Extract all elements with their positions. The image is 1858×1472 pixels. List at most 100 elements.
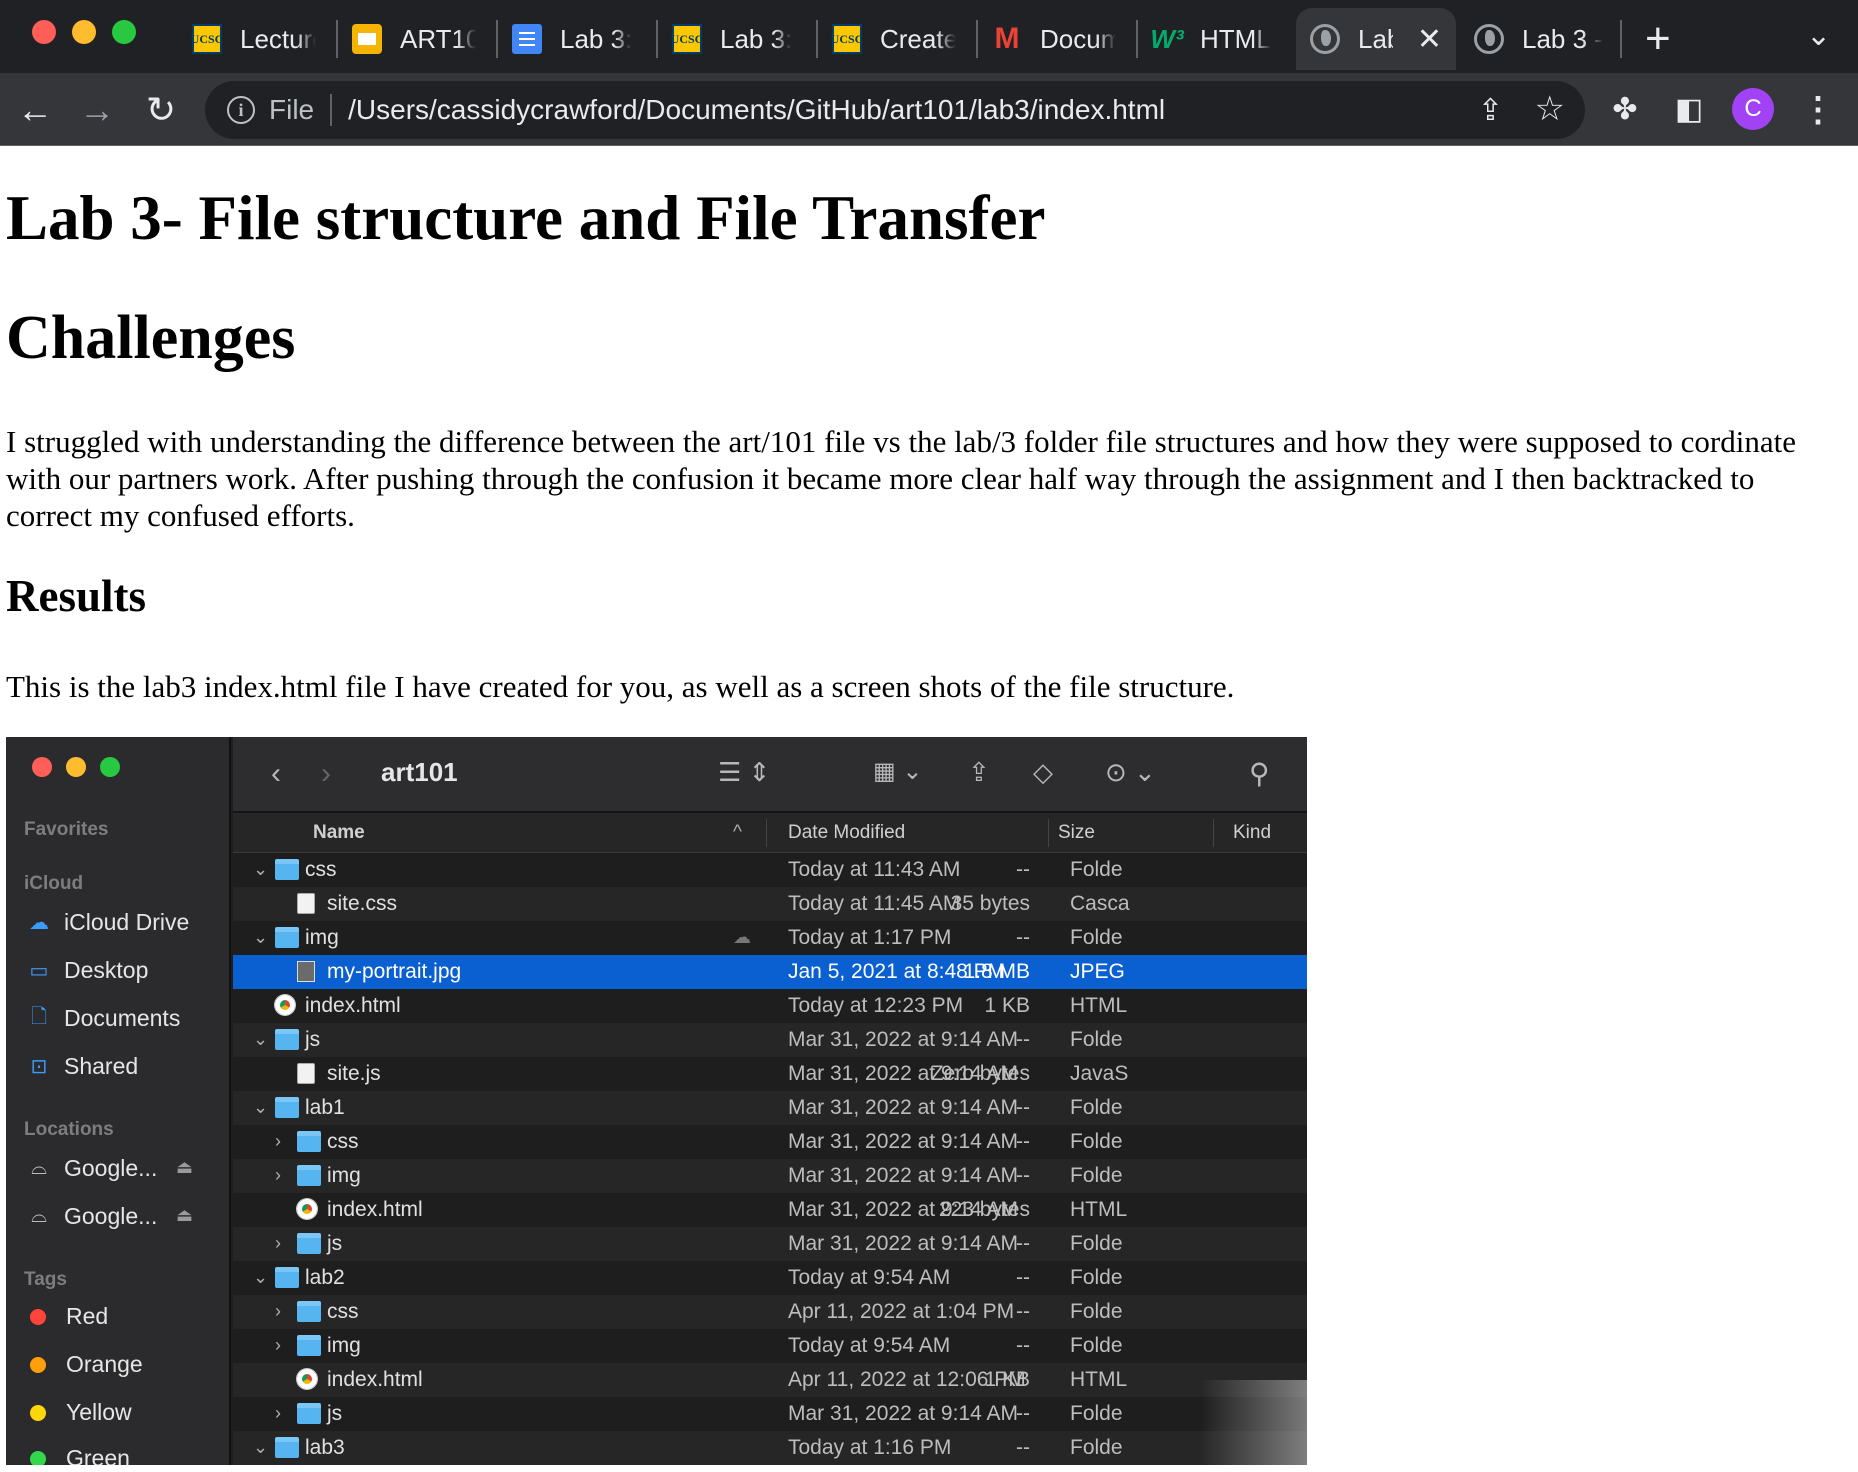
tab-label: Create: [880, 23, 956, 54]
sidebar-item-label: Google...: [64, 1203, 158, 1229]
sidebar-item-label: Google...: [64, 1155, 158, 1181]
file-kind: Folde: [1070, 1402, 1123, 1425]
screenshot-edge-fade: [1200, 1380, 1858, 1472]
file-size: 1 KB: [984, 994, 1030, 1017]
file-size: 1 KB: [984, 1368, 1030, 1391]
disclosure-chevron-down-icon: ⌄: [253, 859, 269, 879]
tab-search-chevron-icon[interactable]: ⌄: [1806, 18, 1831, 53]
file-size: --: [1016, 1436, 1030, 1459]
tab-0[interactable]: UCSC Lecture: [178, 8, 330, 70]
tab-label: Lab 3:: [720, 23, 793, 54]
ucsc-logo-icon: UCSC: [671, 24, 703, 54]
gmail-icon: M: [994, 22, 1020, 55]
tab-7-active[interactable]: Lab ✕: [1296, 8, 1456, 70]
tab-1[interactable]: ART101: [338, 8, 490, 70]
chevron-right-icon: ›: [321, 757, 331, 790]
finder-zoom-dot: [100, 757, 120, 777]
tab-label: ART101: [400, 23, 476, 54]
file-kind: HTML: [1070, 1368, 1128, 1391]
results-text: This is the lab3 index.html file I have …: [6, 669, 1235, 704]
eject-icon: ⏏: [176, 1205, 194, 1225]
file-date-modified: Today at 11:45 AM: [788, 892, 961, 915]
eject-icon: ⏏: [176, 1157, 194, 1177]
tab-3[interactable]: UCSC Lab 3:: [658, 8, 810, 70]
desktop-icon: ▭: [29, 960, 49, 982]
sidebar-item-google-drive: ⌓ Google...: [26, 1155, 157, 1182]
file-name: index.html: [327, 1368, 423, 1391]
side-panel-icon[interactable]: ◧: [1664, 73, 1714, 146]
list-view-icon: ☰ ⇕: [718, 757, 771, 787]
file-size: Zero bytes: [930, 1062, 1030, 1085]
document-icon: [297, 1063, 315, 1084]
menu-kebab-icon[interactable]: ⋮: [1793, 73, 1843, 146]
file-size: --: [1016, 1334, 1030, 1357]
bookmark-star-icon[interactable]: ☆: [1535, 89, 1565, 129]
tab-6[interactable]: W³ HTML: [1138, 8, 1290, 70]
reload-button[interactable]: ↻: [136, 73, 186, 146]
folder-icon: [297, 1131, 321, 1152]
sidebar-item-google-drive: ⌓ Google...: [26, 1203, 157, 1230]
file-size: --: [1016, 1130, 1030, 1153]
finder-toolbar: ‹ › art101 ☰ ⇕ ▦ ⌄ ⇪ ◇ ⊙ ⌄ ⚲: [233, 737, 1307, 813]
grid-view-icon: ▦ ⌄: [873, 758, 923, 785]
forward-button[interactable]: →: [72, 73, 122, 146]
file-name: lab1: [305, 1096, 345, 1119]
folder-icon: [297, 1403, 321, 1424]
omnibox-divider: [330, 94, 333, 126]
file-size: --: [1016, 1232, 1030, 1255]
file-name: lab3: [305, 1436, 345, 1459]
column-divider: [1048, 819, 1049, 847]
share-icon[interactable]: ⇪: [1478, 93, 1503, 128]
table-row: › css Mar 31, 2022 at 9:14 AM -- Folde: [233, 1125, 1307, 1159]
chrome-html-file-icon: [297, 1199, 317, 1219]
tab-8[interactable]: Lab 3 -: [1460, 8, 1620, 70]
sidebar-tag-red: Red: [26, 1303, 108, 1330]
file-size: --: [1016, 926, 1030, 949]
file-name: js: [327, 1402, 343, 1425]
tags-label: Tags: [24, 1269, 67, 1290]
info-icon[interactable]: i: [227, 96, 255, 124]
sidebar-item-desktop: ▭ Desktop: [26, 957, 149, 984]
slides-icon: [352, 24, 382, 54]
folder-icon: [275, 927, 299, 948]
file-size: --: [1016, 1402, 1030, 1425]
file-kind: JavaS: [1070, 1062, 1129, 1085]
table-row: ⌄ lab2 Today at 9:54 AM -- Folde: [233, 1261, 1307, 1295]
file-date-modified: Today at 11:43 AM: [788, 858, 961, 881]
column-divider: [766, 819, 767, 847]
cloud-icon: ☁: [29, 912, 49, 934]
file-name: img: [327, 1334, 361, 1357]
tab-divider: [1620, 20, 1622, 58]
table-row: › js Mar 31, 2022 at 9:14 AM -- Folde: [233, 1397, 1307, 1431]
close-icon[interactable]: ✕: [1417, 22, 1442, 57]
tab-2[interactable]: Lab 3:: [498, 8, 650, 70]
tab-4[interactable]: UCSC Create: [818, 8, 970, 70]
window-close-button[interactable]: [32, 20, 56, 44]
table-row: › img Today at 9:54 AM -- Folde: [233, 1329, 1307, 1363]
file-date-modified: Mar 31, 2022 at 9:14 AM: [788, 1402, 1018, 1425]
disclosure-chevron-right-icon: ›: [275, 1131, 281, 1151]
url-text[interactable]: /Users/cassidycrawford/Documents/GitHub/…: [348, 94, 1165, 126]
avatar[interactable]: C: [1732, 88, 1774, 130]
avatar-initial: C: [1744, 95, 1762, 122]
file-name: lab2: [305, 1266, 345, 1289]
tab-5[interactable]: M Docum: [978, 8, 1130, 70]
window-zoom-button[interactable]: [112, 20, 136, 44]
chevron-left-icon: ‹: [271, 757, 281, 790]
sidebar-tag-orange: Orange: [26, 1351, 143, 1378]
folder-icon: [275, 1437, 299, 1458]
table-row: ⌄ img ☁ Today at 1:17 PM -- Folde: [233, 921, 1307, 955]
new-tab-button[interactable]: +: [1645, 14, 1671, 64]
file-kind: Folde: [1070, 926, 1123, 949]
window-minimize-button[interactable]: [72, 20, 96, 44]
back-button[interactable]: ←: [10, 73, 60, 146]
sort-chevron-up-icon: ^: [733, 822, 742, 843]
folder-icon: [275, 1097, 299, 1118]
file-date-modified: Today at 9:54 AM: [788, 1266, 951, 1289]
file-size: 223 bytes: [938, 1198, 1030, 1221]
column-name: Name: [313, 822, 365, 843]
address-bar[interactable]: i File /Users/cassidycrawford/Documents/…: [205, 81, 1585, 139]
browser-tab-strip: UCSC Lecture ART101 Lab 3: UCSC Lab 3: U…: [0, 0, 1858, 73]
extensions-puzzle-icon[interactable]: ✤: [1600, 73, 1650, 146]
column-kind: Kind: [1233, 822, 1272, 843]
